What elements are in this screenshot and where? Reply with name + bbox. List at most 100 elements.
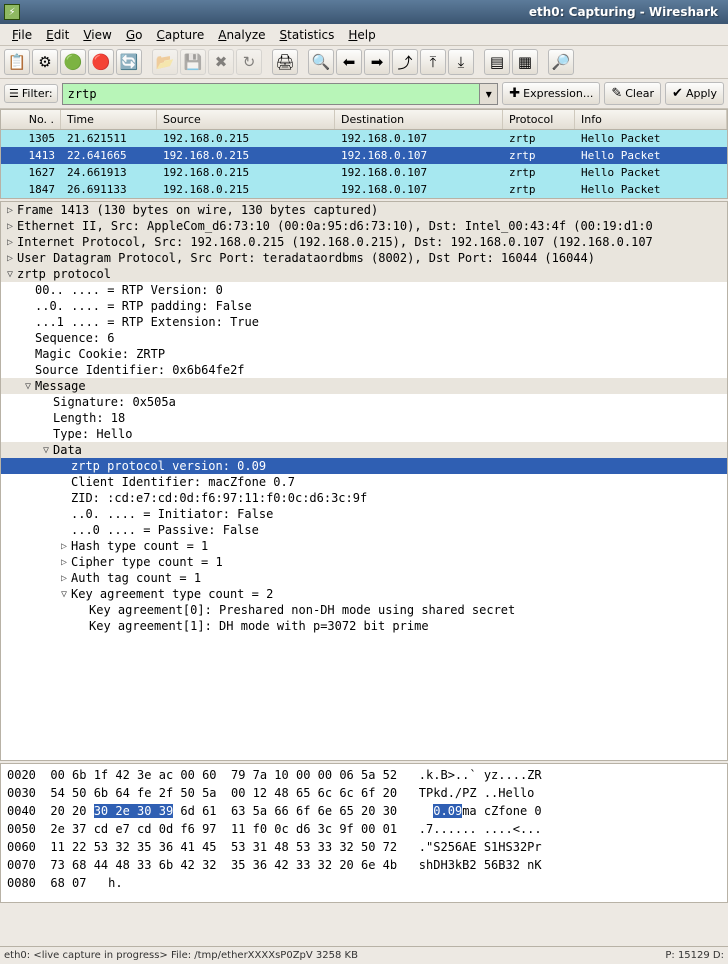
tree-node[interactable]: Sequence: 6 <box>1 330 727 346</box>
col-protocol[interactable]: Protocol <box>503 110 575 129</box>
expand-icon[interactable]: ▷ <box>3 237 17 248</box>
reload-button[interactable]: ↻ <box>236 49 262 75</box>
tree-node[interactable]: ..0. .... = Initiator: False <box>1 506 727 522</box>
tree-node[interactable]: Type: Hello <box>1 426 727 442</box>
tree-node[interactable]: ▷ Cipher type count = 1 <box>1 554 727 570</box>
tree-node[interactable]: Key agreement[0]: Preshared non-DH mode … <box>1 602 727 618</box>
hex-line[interactable]: 0040 20 20 30 2e 30 39 6d 61 63 5a 66 6f… <box>7 802 721 820</box>
open-button[interactable]: 📂 <box>152 49 178 75</box>
tree-node[interactable]: ▷ Frame 1413 (130 bytes on wire, 130 byt… <box>1 202 727 218</box>
col-no[interactable]: No. . <box>1 110 61 129</box>
tree-label: Message <box>35 379 86 393</box>
auto-scroll-button[interactable]: ▦ <box>512 49 538 75</box>
apply-button[interactable]: ✔Apply <box>665 82 724 105</box>
tree-label: Key agreement[0]: Preshared non-DH mode … <box>89 603 515 617</box>
clear-button[interactable]: ✎Clear <box>604 82 661 105</box>
menu-capture[interactable]: Capture <box>150 26 210 44</box>
menu-file[interactable]: File <box>6 26 38 44</box>
save-button[interactable]: 💾 <box>180 49 206 75</box>
col-source[interactable]: Source <box>157 110 335 129</box>
expand-icon[interactable]: ▷ <box>57 541 71 552</box>
colorize-button[interactable]: ▤ <box>484 49 510 75</box>
restart-capture-button[interactable]: 🔄 <box>116 49 142 75</box>
go-first-button[interactable]: ⤒ <box>420 49 446 75</box>
expand-icon[interactable]: ▽ <box>21 381 35 392</box>
tree-node[interactable]: ▽ Message <box>1 378 727 394</box>
tree-node[interactable]: ..0. .... = RTP padding: False <box>1 298 727 314</box>
stop-capture-button[interactable]: 🔴 <box>88 49 114 75</box>
tree-node[interactable]: ...1 .... = RTP Extension: True <box>1 314 727 330</box>
hex-line[interactable]: 0050 2e 37 cd e7 cd 0d f6 97 11 f0 0c d6… <box>7 820 721 838</box>
menu-analyze[interactable]: Analyze <box>212 26 271 44</box>
tree-node[interactable]: ▷ Ethernet II, Src: AppleCom_d6:73:10 (0… <box>1 218 727 234</box>
tree-node[interactable]: ▷ Hash type count = 1 <box>1 538 727 554</box>
col-destination[interactable]: Destination <box>335 110 503 129</box>
expand-icon[interactable]: ▽ <box>57 589 71 600</box>
table-row[interactable]: 184726.691133192.168.0.215192.168.0.107z… <box>1 181 727 198</box>
tree-node[interactable]: ...0 .... = Passive: False <box>1 522 727 538</box>
packet-list-header[interactable]: No. . Time Source Destination Protocol I… <box>1 110 727 130</box>
table-row[interactable]: 130521.621511192.168.0.215192.168.0.107z… <box>1 130 727 147</box>
tree-node[interactable]: Key agreement[1]: DH mode with p=3072 bi… <box>1 618 727 634</box>
close-button[interactable]: ✖ <box>208 49 234 75</box>
menu-view[interactable]: View <box>77 26 117 44</box>
tree-node[interactable]: zrtp protocol version: 0.09 <box>1 458 727 474</box>
expand-icon[interactable]: ▷ <box>3 205 17 216</box>
tree-node[interactable]: ▷ Auth tag count = 1 <box>1 570 727 586</box>
expand-icon[interactable]: ▽ <box>3 269 17 280</box>
expand-icon[interactable]: ▷ <box>3 253 17 264</box>
expand-icon[interactable]: ▽ <box>39 445 53 456</box>
tree-node[interactable]: ▷ Internet Protocol, Src: 192.168.0.215 … <box>1 234 727 250</box>
protocol-tree[interactable]: ▷ Frame 1413 (130 bytes on wire, 130 byt… <box>0 201 728 761</box>
filter-dropdown-button[interactable]: ▾ <box>480 83 498 105</box>
expression-button[interactable]: ✚Expression... <box>502 82 600 105</box>
tree-node[interactable]: Client Identifier: macZfone 0.7 <box>1 474 727 490</box>
tree-node[interactable]: ▽ zrtp protocol <box>1 266 727 282</box>
menu-edit[interactable]: Edit <box>40 26 75 44</box>
hex-line[interactable]: 0060 11 22 53 32 35 36 41 45 53 31 48 53… <box>7 838 721 856</box>
options-button[interactable]: ⚙ <box>32 49 58 75</box>
tree-node[interactable]: ▷ User Datagram Protocol, Src Port: tera… <box>1 250 727 266</box>
go-to-button[interactable]: ⤴ <box>392 49 418 75</box>
hex-line[interactable]: 0030 54 50 6b 64 fe 2f 50 5a 00 12 48 65… <box>7 784 721 802</box>
menu-statistics[interactable]: Statistics <box>274 26 341 44</box>
expand-icon[interactable]: ▷ <box>57 557 71 568</box>
hex-line[interactable]: 0020 00 6b 1f 42 3e ac 00 60 79 7a 10 00… <box>7 766 721 784</box>
start-capture-button[interactable]: 🟢 <box>60 49 86 75</box>
menu-help[interactable]: Help <box>342 26 381 44</box>
expand-icon[interactable]: ▷ <box>57 573 71 584</box>
filter-label-button[interactable]: ☰ Filter: <box>4 84 58 103</box>
tree-node[interactable]: ▽ Data <box>1 442 727 458</box>
go-last-button[interactable]: ⤓ <box>448 49 474 75</box>
tree-label: ZID: :cd:e7:cd:0d:f6:97:11:f0:0c:d6:3c:9… <box>71 491 367 505</box>
tree-node[interactable]: Signature: 0x505a <box>1 394 727 410</box>
col-time[interactable]: Time <box>61 110 157 129</box>
hex-view[interactable]: 0020 00 6b 1f 42 3e ac 00 60 79 7a 10 00… <box>0 763 728 903</box>
tree-node[interactable]: ▽ Key agreement type count = 2 <box>1 586 727 602</box>
zoom-in-button[interactable]: 🔎 <box>548 49 574 75</box>
go-back-button[interactable]: ⬅ <box>336 49 362 75</box>
tree-node[interactable]: Magic Cookie: ZRTP <box>1 346 727 362</box>
tree-label: zrtp protocol <box>17 267 111 281</box>
window-titlebar: ⚡ eth0: Capturing - Wireshark <box>0 0 728 24</box>
filter-label: Filter: <box>22 87 53 100</box>
table-row[interactable]: 141322.641665192.168.0.215192.168.0.107z… <box>1 147 727 164</box>
col-info[interactable]: Info <box>575 110 727 129</box>
tree-label: ...0 .... = Passive: False <box>71 523 259 537</box>
table-row[interactable]: 162724.661913192.168.0.215192.168.0.107z… <box>1 164 727 181</box>
tree-label: Type: Hello <box>53 427 132 441</box>
print-button[interactable]: 🖨 <box>272 49 298 75</box>
hex-line[interactable]: 0080 68 07 h. <box>7 874 721 892</box>
find-button[interactable]: 🔍 <box>308 49 334 75</box>
tree-node[interactable]: ZID: :cd:e7:cd:0d:f6:97:11:f0:0c:d6:3c:9… <box>1 490 727 506</box>
interfaces-button[interactable]: 📋 <box>4 49 30 75</box>
hex-line[interactable]: 0070 73 68 44 48 33 6b 42 32 35 36 42 33… <box>7 856 721 874</box>
tree-node[interactable]: 00.. .... = RTP Version: 0 <box>1 282 727 298</box>
packet-list-body[interactable]: 130521.621511192.168.0.215192.168.0.107z… <box>1 130 727 198</box>
tree-node[interactable]: Length: 18 <box>1 410 727 426</box>
go-forward-button[interactable]: ➡ <box>364 49 390 75</box>
menu-go[interactable]: Go <box>120 26 149 44</box>
expand-icon[interactable]: ▷ <box>3 221 17 232</box>
tree-node[interactable]: Source Identifier: 0x6b64fe2f <box>1 362 727 378</box>
filter-input[interactable] <box>62 83 481 105</box>
